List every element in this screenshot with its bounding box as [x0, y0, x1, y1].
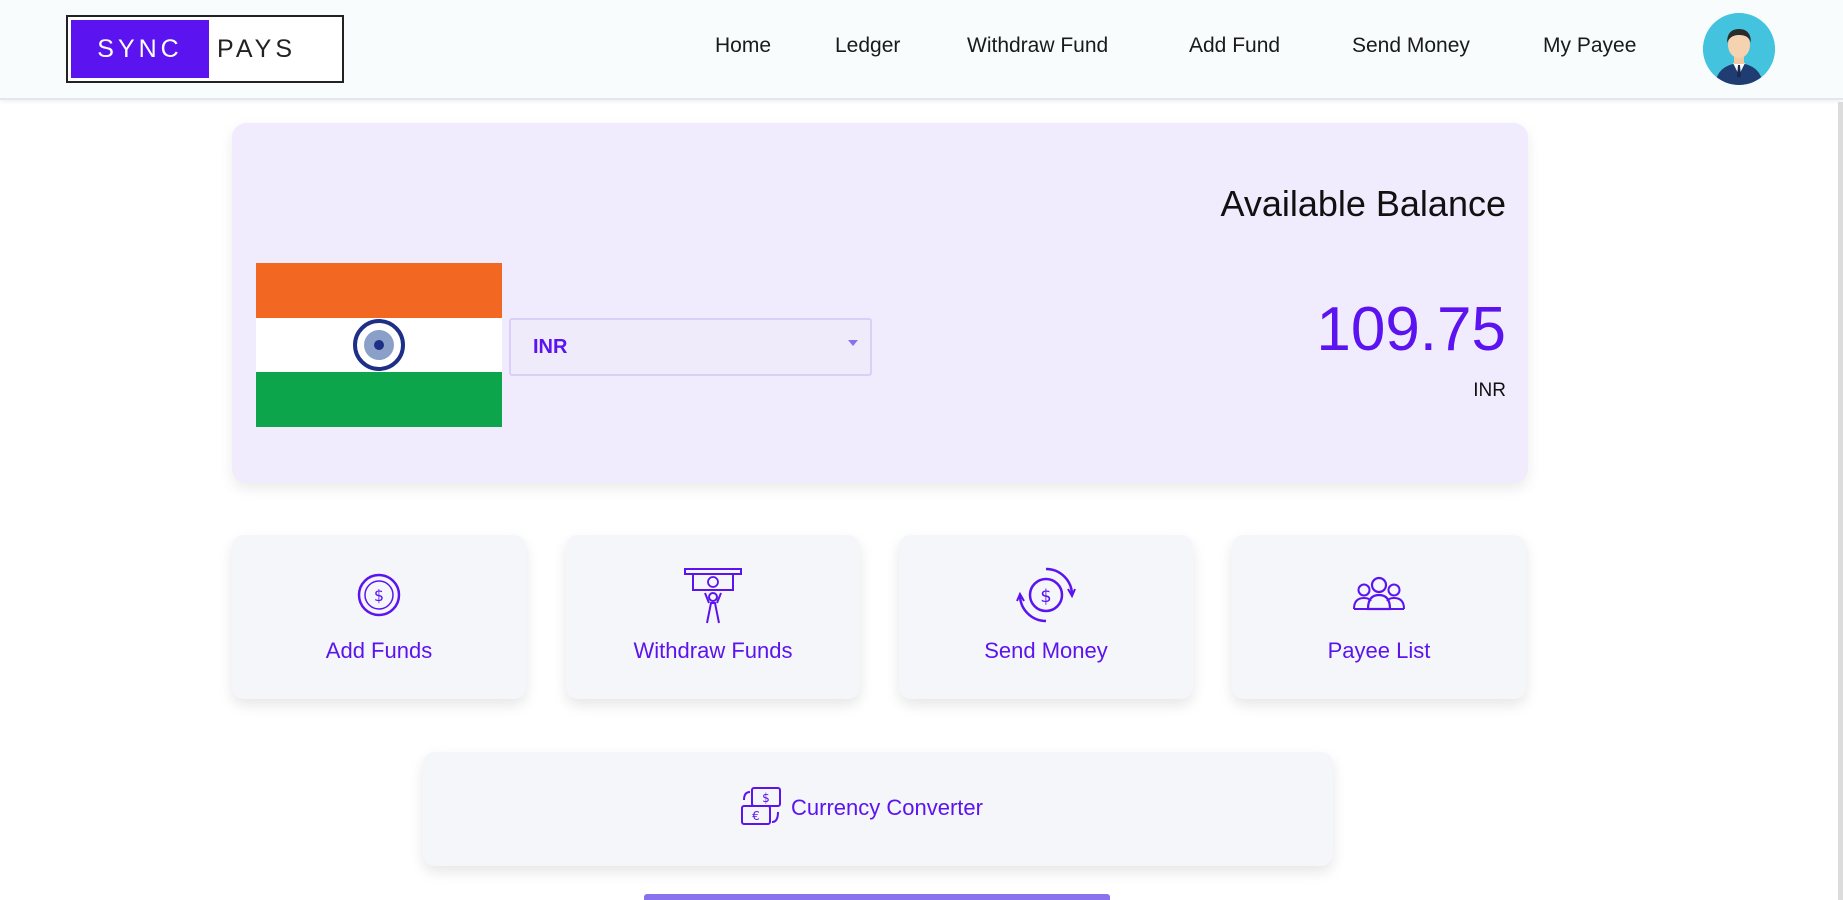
nav-link-send-money[interactable]: Send Money [1352, 34, 1470, 58]
balance-currency: INR [1473, 380, 1506, 401]
nav-link-my-payee[interactable]: My Payee [1543, 34, 1636, 58]
logo-pays-text: PAYS [217, 34, 296, 63]
nav-link-add-fund[interactable]: Add Fund [1189, 34, 1280, 58]
dollar-coin-icon: $ [349, 565, 409, 625]
withdraw-funds-button[interactable]: Withdraw Funds [566, 535, 860, 699]
currency-exchange-icon: $ € [738, 784, 784, 830]
logo-sync-text: SYNC [71, 20, 209, 78]
send-money-button[interactable]: $ Send Money [899, 535, 1193, 699]
currency-select[interactable]: INR [509, 318, 872, 376]
svg-text:$: $ [1040, 586, 1051, 607]
user-avatar-icon[interactable] [1703, 13, 1775, 85]
withdraw-funds-label: Withdraw Funds [633, 638, 793, 663]
nav-link-home[interactable]: Home [715, 34, 771, 58]
balance-card: INR Available Balance 109.75 INR [232, 123, 1528, 483]
payee-list-button[interactable]: Payee List [1232, 535, 1526, 699]
chevron-down-icon [848, 340, 858, 346]
currency-converter-button[interactable]: $ € Currency Converter [423, 752, 1333, 866]
svg-text:$: $ [374, 586, 384, 605]
top-navbar: SYNC PAYS Home Ledger Withdraw Fund Add … [0, 0, 1843, 100]
add-funds-label: Add Funds [325, 638, 433, 663]
send-money-cycle-icon: $ [1016, 565, 1076, 625]
send-money-label: Send Money [984, 638, 1108, 663]
currency-converter-label: Currency Converter [791, 795, 983, 820]
page-scrollbar[interactable] [1838, 102, 1843, 900]
bottom-action-bar-edge[interactable] [644, 894, 1110, 900]
payee-list-label: Payee List [1327, 638, 1431, 663]
syncpays-logo[interactable]: SYNC PAYS [66, 15, 344, 83]
india-flag-icon [256, 263, 502, 427]
balance-amount: 109.75 [1316, 295, 1506, 364]
nav-link-withdraw-fund[interactable]: Withdraw Fund [967, 34, 1108, 58]
add-funds-button[interactable]: $ Add Funds [232, 535, 526, 699]
nav-link-ledger[interactable]: Ledger [835, 34, 900, 58]
group-users-icon [1349, 565, 1409, 625]
balance-title: Available Balance [1220, 183, 1506, 224]
withdraw-cash-icon [683, 565, 743, 625]
svg-text:€: € [752, 809, 760, 823]
currency-select-value: INR [533, 335, 568, 358]
svg-text:$: $ [762, 791, 770, 805]
